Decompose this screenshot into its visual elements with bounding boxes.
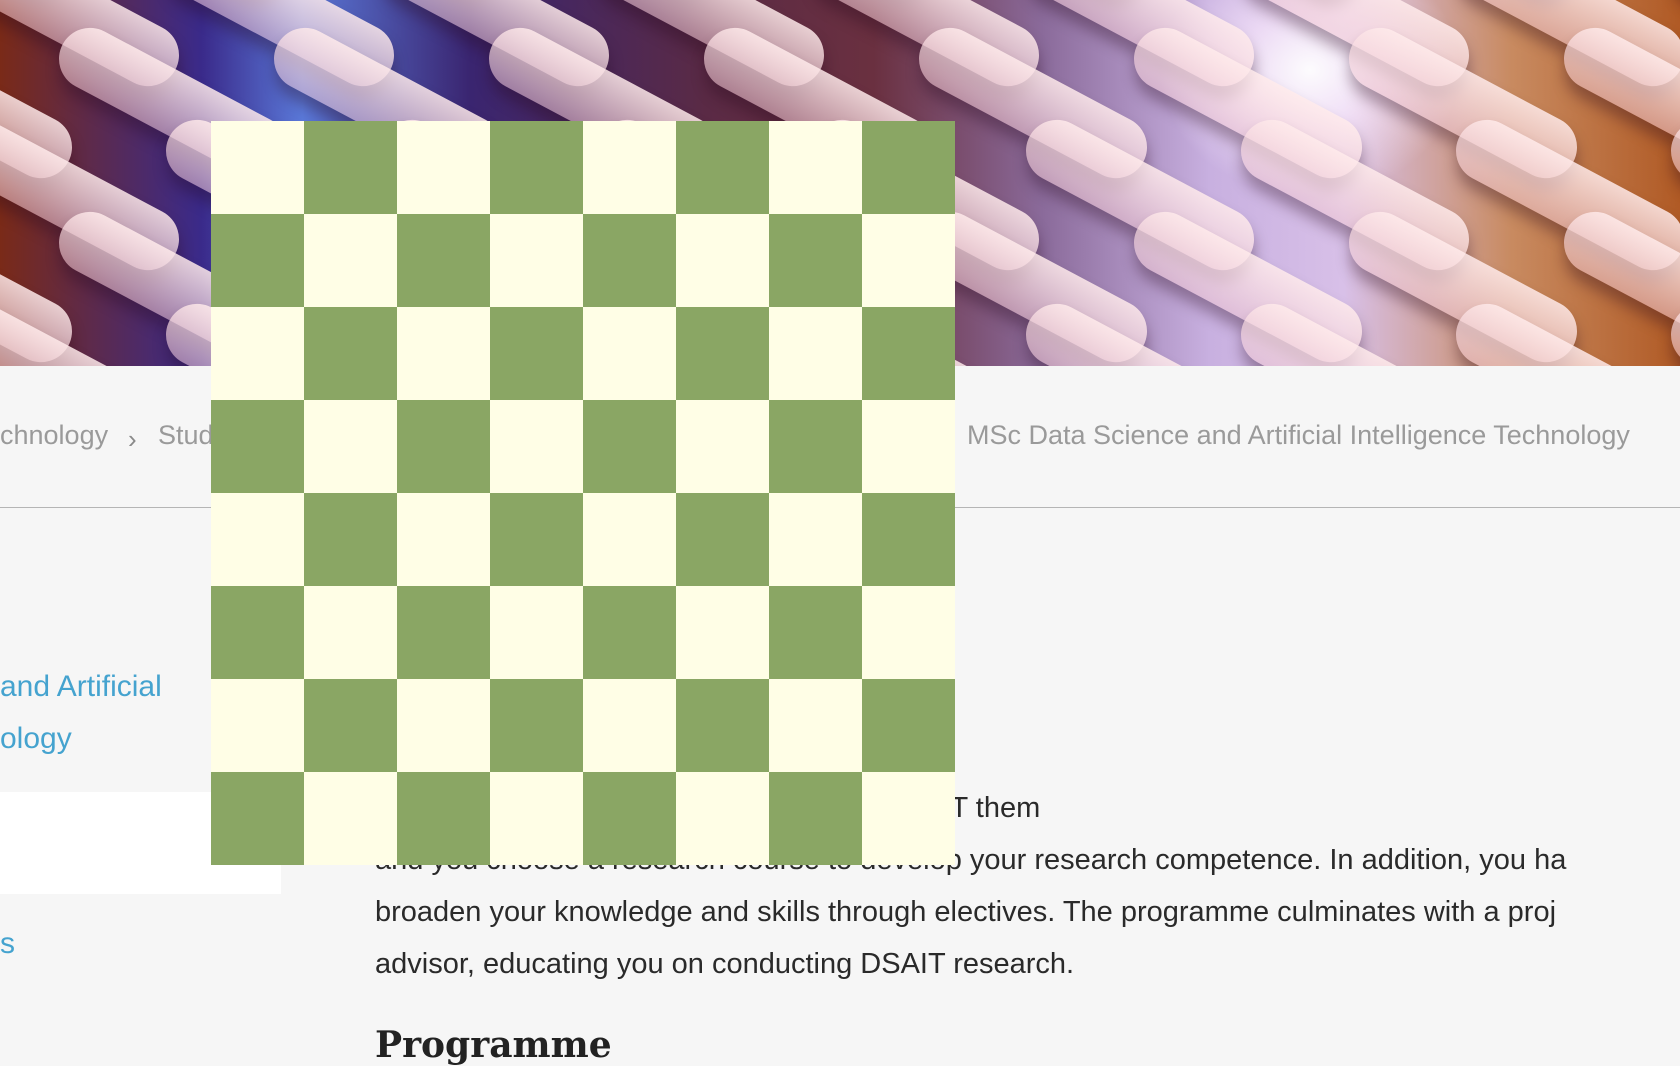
board-square[interactable] <box>304 307 397 400</box>
board-square[interactable] <box>211 493 304 586</box>
board-square[interactable] <box>304 121 397 214</box>
board-square[interactable] <box>583 214 676 307</box>
board-square[interactable] <box>211 772 304 865</box>
board-square[interactable] <box>862 121 955 214</box>
board-square[interactable] <box>769 772 862 865</box>
board-square[interactable] <box>862 586 955 679</box>
breadcrumb-item-study[interactable]: Stud <box>158 420 214 451</box>
board-square[interactable] <box>211 586 304 679</box>
board-square[interactable] <box>769 493 862 586</box>
board-square[interactable] <box>304 586 397 679</box>
board-square[interactable] <box>397 586 490 679</box>
board-square[interactable] <box>397 679 490 772</box>
board-square[interactable] <box>211 214 304 307</box>
board-square[interactable] <box>862 493 955 586</box>
board-square[interactable] <box>583 586 676 679</box>
board-square[interactable] <box>769 679 862 772</box>
board-square[interactable] <box>862 772 955 865</box>
board-square[interactable] <box>583 772 676 865</box>
board-square[interactable] <box>769 121 862 214</box>
board-square[interactable] <box>211 679 304 772</box>
board-square[interactable] <box>583 493 676 586</box>
sidebar-item-next[interactable]: s <box>0 918 15 970</box>
board-square[interactable] <box>211 121 304 214</box>
board-square[interactable] <box>304 679 397 772</box>
board-square[interactable] <box>490 586 583 679</box>
board-square[interactable] <box>304 400 397 493</box>
board-square[interactable] <box>676 307 769 400</box>
board-square[interactable] <box>397 121 490 214</box>
breadcrumb-item-current-programme[interactable]: MSc Data Science and Artificial Intellig… <box>967 420 1630 451</box>
board-square[interactable] <box>676 493 769 586</box>
board-square[interactable] <box>304 214 397 307</box>
paragraph-line: broaden your knowledge and skills throug… <box>375 896 1557 928</box>
board-square[interactable] <box>769 214 862 307</box>
board-square[interactable] <box>583 307 676 400</box>
board-square[interactable] <box>397 772 490 865</box>
breadcrumb-item-technology[interactable]: chnology <box>0 420 108 451</box>
board-square[interactable] <box>583 679 676 772</box>
board-square[interactable] <box>862 214 955 307</box>
paragraph-line: advisor, educating you on conducting DSA… <box>375 948 1075 980</box>
board-square[interactable] <box>862 307 955 400</box>
board-square[interactable] <box>304 772 397 865</box>
board-square[interactable] <box>490 493 583 586</box>
board-square[interactable] <box>490 307 583 400</box>
board-square[interactable] <box>397 307 490 400</box>
board-square[interactable] <box>862 400 955 493</box>
board-square[interactable] <box>490 400 583 493</box>
board-square[interactable] <box>769 307 862 400</box>
checkerboard-overlay[interactable] <box>211 121 955 865</box>
board-square[interactable] <box>676 586 769 679</box>
board-square[interactable] <box>676 679 769 772</box>
board-square[interactable] <box>676 121 769 214</box>
board-square[interactable] <box>211 400 304 493</box>
board-square[interactable] <box>583 121 676 214</box>
board-square[interactable] <box>490 772 583 865</box>
board-square[interactable] <box>397 493 490 586</box>
board-square[interactable] <box>490 214 583 307</box>
board-square[interactable] <box>211 307 304 400</box>
sidebar-item-dsait-line2[interactable]: ology <box>0 713 72 765</box>
board-square[interactable] <box>862 679 955 772</box>
board-square[interactable] <box>583 400 676 493</box>
section-heading: Programme <box>375 1024 612 1066</box>
board-square[interactable] <box>676 400 769 493</box>
board-square[interactable] <box>769 400 862 493</box>
board-square[interactable] <box>490 121 583 214</box>
sidebar-item-dsait-line1[interactable]: and Artificial <box>0 661 162 713</box>
board-square[interactable] <box>676 214 769 307</box>
board-square[interactable] <box>676 772 769 865</box>
chevron-right-icon: › <box>128 424 137 454</box>
board-square[interactable] <box>490 679 583 772</box>
board-square[interactable] <box>769 586 862 679</box>
board-square[interactable] <box>397 214 490 307</box>
board-square[interactable] <box>304 493 397 586</box>
board-square[interactable] <box>397 400 490 493</box>
